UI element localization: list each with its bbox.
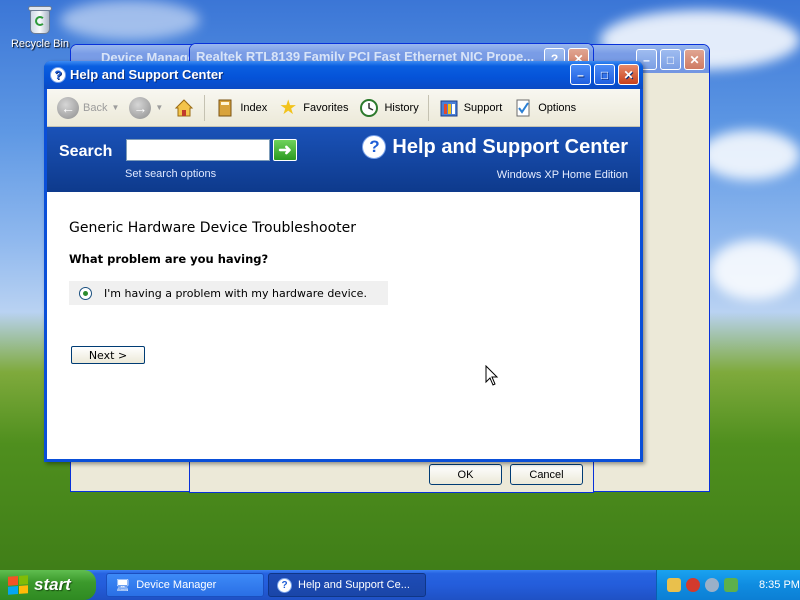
troubleshooter-content: Generic Hardware Device Troubleshooter W… [47, 192, 640, 452]
star-icon: ★ [279, 97, 298, 119]
next-button[interactable]: Next > [71, 346, 145, 364]
forward-arrow-icon: → [129, 96, 152, 119]
start-button[interactable]: start [0, 570, 96, 600]
history-button[interactable]: History [354, 93, 422, 123]
home-button[interactable] [169, 93, 199, 123]
window-title: Help and Support Center [70, 67, 224, 82]
options-icon [512, 97, 534, 119]
taskbar: start 🖥 Device Manager ? Help and Suppor… [0, 570, 800, 600]
radio-button-selected[interactable] [79, 286, 92, 300]
windows-edition: Windows XP Home Edition [496, 169, 628, 181]
separator [427, 94, 429, 121]
set-search-options-link[interactable]: Set search options [125, 168, 216, 180]
clock[interactable]: 8:35 PM [759, 579, 800, 591]
favorites-button[interactable]: ★ Favorites [273, 93, 352, 123]
close-button[interactable]: ✕ [618, 64, 639, 85]
minimize-button[interactable]: – [570, 64, 591, 85]
close-button[interactable]: ✕ [684, 49, 705, 70]
help-icon: ? [277, 577, 292, 593]
system-tray: 8:35 PM [656, 570, 800, 600]
taskbar-item-device-manager[interactable]: 🖥 Device Manager [106, 573, 264, 597]
search-input[interactable] [126, 139, 270, 161]
search-go-button[interactable]: ➜ [273, 139, 297, 161]
volume-icon[interactable] [705, 578, 719, 592]
home-icon [173, 97, 195, 119]
recycle-bin-icon [26, 4, 54, 36]
back-button[interactable]: ← Back ▼ [53, 93, 123, 123]
ok-button[interactable]: OK [429, 464, 502, 485]
arrow-right-icon: ➜ [278, 142, 292, 159]
back-arrow-icon: ← [57, 96, 79, 119]
history-icon [358, 97, 380, 119]
title-bar[interactable]: ? Help and Support Center – □ ✕ [44, 61, 643, 89]
banner-title: ? Help and Support Center [362, 135, 628, 159]
cloud [700, 130, 800, 180]
chevron-down-icon: ▼ [155, 103, 164, 112]
computer-icon: 🖥 [115, 578, 131, 592]
help-and-support-window[interactable]: ? Help and Support Center – □ ✕ ← Back ▼… [44, 61, 643, 462]
maximize-button[interactable]: □ [660, 49, 681, 70]
search-banner: Search ➜ Set search options ? Help and S… [47, 127, 640, 192]
cloud [60, 0, 200, 40]
cloud [710, 240, 800, 300]
search-label: Search [59, 143, 113, 160]
recycle-bin-label: Recycle Bin [10, 38, 70, 50]
cancel-button[interactable]: Cancel [510, 464, 583, 485]
toolbar: ← Back ▼ → ▼ Index ★ Favorites History S… [47, 89, 640, 127]
help-icon: ? [50, 67, 66, 83]
separator [204, 94, 206, 121]
options-button[interactable]: Options [508, 93, 580, 123]
problem-option[interactable]: I'm having a problem with my hardware de… [69, 281, 388, 305]
support-button[interactable]: Support [434, 93, 507, 123]
taskbar-item-help-and-support[interactable]: ? Help and Support Ce... [268, 573, 426, 597]
help-icon: ? [362, 135, 387, 159]
security-shield-icon[interactable] [686, 578, 700, 592]
mouse-cursor-icon [485, 365, 499, 386]
update-icon[interactable] [724, 578, 738, 592]
question-text: What problem are you having? [69, 252, 269, 266]
forward-button[interactable]: → ▼ [125, 93, 167, 123]
network-icon[interactable] [667, 578, 681, 592]
index-button[interactable]: Index [210, 93, 271, 123]
book-icon [214, 97, 236, 119]
page-title: Generic Hardware Device Troubleshooter [69, 220, 357, 236]
maximize-button[interactable]: □ [594, 64, 615, 85]
windows-logo-icon [8, 575, 28, 595]
chevron-down-icon: ▼ [111, 103, 120, 112]
support-icon [438, 97, 460, 119]
desktop-icon-recycle-bin[interactable]: Recycle Bin [8, 4, 72, 50]
problem-option-label: I'm having a problem with my hardware de… [104, 286, 367, 300]
